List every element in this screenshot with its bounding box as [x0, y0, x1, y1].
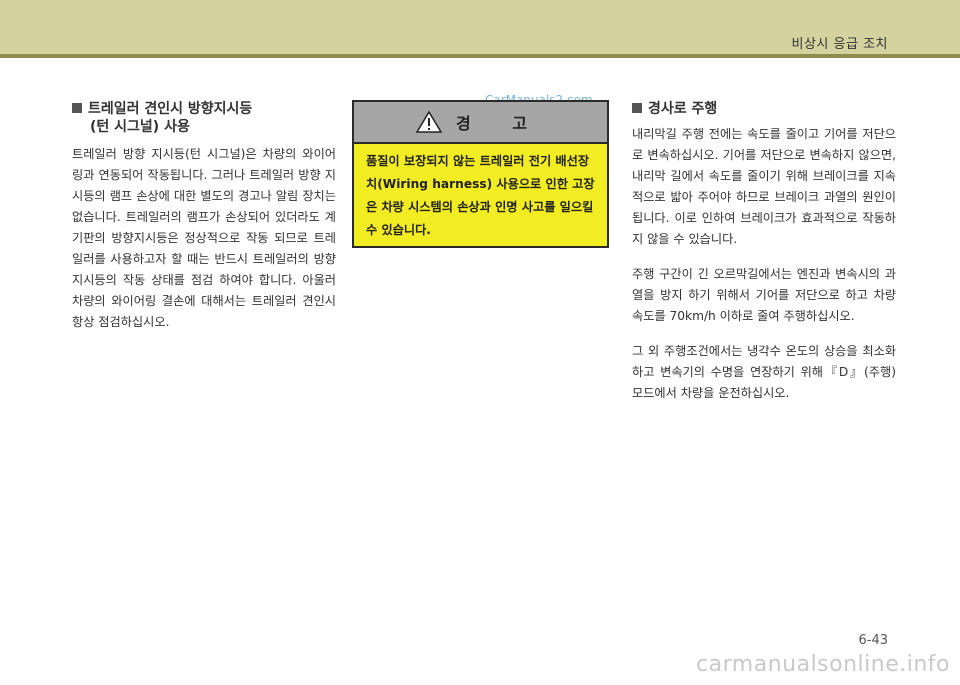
right-paragraph-2: 주행 구간이 긴 오르막길에서는 엔진과 변속시의 과열을 방지 하기 위해서 … [632, 267, 896, 323]
left-heading: 트레일러 견인시 방향지시등 [72, 100, 336, 118]
left-heading-line1: 트레일러 견인시 방향지시등 [88, 101, 253, 117]
warning-box: 경 고 품질이 보장되지 않는 트레일러 전기 배선장치(Wiring harn… [352, 100, 609, 248]
right-heading: 경사로 주행 [632, 100, 896, 118]
warning-triangle-icon [415, 111, 442, 133]
warning-header: 경 고 [354, 102, 607, 144]
page-number: 6-43 [858, 633, 888, 648]
warning-body: 품질이 보장되지 않는 트레일러 전기 배선장치(Wiring harness)… [366, 154, 595, 237]
right-paragraph-3: 그 외 주행조건에서는 냉각수 온도의 상승을 최소화하고 변속기의 수명을 연… [632, 344, 896, 400]
square-bullet-icon [72, 103, 82, 113]
square-bullet-icon [632, 103, 642, 113]
left-column: 트레일러 견인시 방향지시등 (턴 시그널) 사용 트레일러 방향 지시등(턴 … [72, 100, 336, 333]
warning-title: 경 고 [455, 114, 545, 133]
header-rule [0, 54, 960, 58]
right-paragraph-1: 내리막길 주행 전에는 속도를 줄이고 기어를 저단으로 변속하십시오. 기어를… [632, 127, 896, 246]
right-heading-text: 경사로 주행 [648, 101, 718, 117]
watermark-bottom: carmanualsonline.info [696, 652, 950, 677]
left-heading-line2: (턴 시그널) 사용 [90, 119, 190, 135]
left-paragraph: 트레일러 방향 지시등(턴 시그널)은 차량의 와이어링과 연동되어 작동됩니다… [72, 147, 336, 329]
right-column: 경사로 주행 내리막길 주행 전에는 속도를 줄이고 기어를 저단으로 변속하십… [632, 100, 896, 404]
section-title: 비상시 응급 조치 [791, 37, 888, 52]
